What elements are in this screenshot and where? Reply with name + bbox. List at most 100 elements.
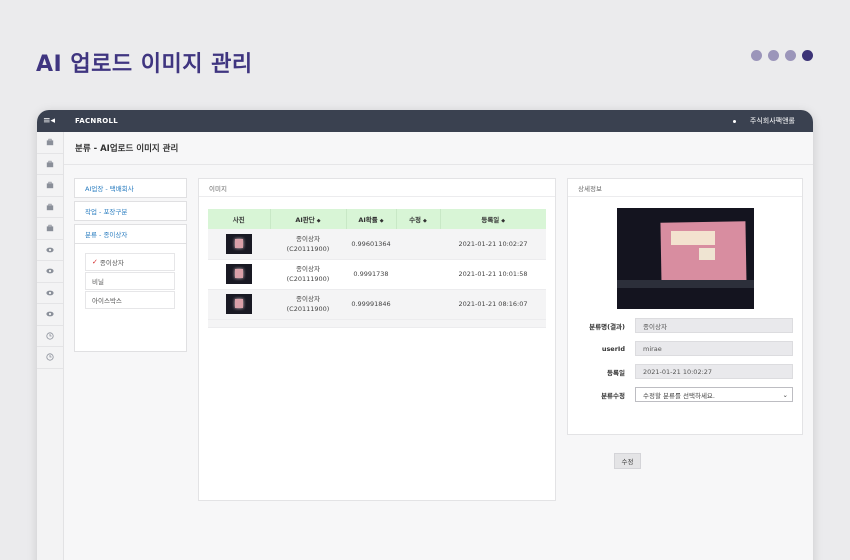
bullet-icon	[732, 119, 736, 123]
user-id-field: mirae	[635, 341, 793, 356]
class-result-row: 분류명(결과) 종이상자	[580, 318, 793, 333]
edit-button[interactable]: 수정	[614, 453, 641, 469]
sidebar-item-briefcase[interactable]	[37, 154, 63, 175]
slide-dot[interactable]	[751, 50, 762, 61]
sidebar-item-clock[interactable]	[37, 326, 63, 347]
company-menu[interactable]: 주식회사팩앤롤	[732, 110, 795, 132]
date-cell: 2021-01-21 10:01:58	[458, 270, 528, 278]
slide-indicator	[751, 50, 813, 61]
col-ai-judgment[interactable]: AI판단 ◆	[270, 209, 347, 229]
clock-icon	[46, 332, 54, 340]
briefcase-icon	[46, 160, 54, 167]
menu-group-workplace[interactable]: AI업장 - 택배회사	[74, 178, 187, 198]
option-label: 비닐	[92, 278, 104, 286]
registered-date-field: 2021-01-21 10:02:27	[635, 364, 793, 379]
ai-judgment-cell: 종이상자 (C20111900)	[286, 265, 330, 283]
sort-icon: ◆	[379, 218, 384, 224]
class-result-field: 종이상자	[635, 318, 793, 333]
sidebar-item-clock[interactable]	[37, 347, 63, 369]
edit-cell	[396, 259, 440, 289]
sort-icon: ◆	[316, 218, 321, 224]
table-row[interactable]: 종이상자 (C20111900) 0.99991846 2021-01-21 08…	[208, 289, 546, 319]
select-placeholder: 수정할 분류를 선택하세요.	[643, 391, 715, 400]
briefcase-icon	[46, 203, 54, 210]
photo-band	[617, 280, 754, 288]
slide-dot-active[interactable]	[802, 50, 813, 61]
top-bar: ≡◂ FACNROLL 주식회사팩앤롤	[37, 110, 813, 132]
photo-thumbnail[interactable]	[226, 294, 252, 314]
sort-icon: ◆	[423, 218, 427, 224]
ai-probability-cell: 0.99991846	[351, 300, 391, 308]
eye-icon	[46, 290, 54, 296]
class-edit-select[interactable]: 수정할 분류를 선택하세요. ⌄	[635, 387, 793, 402]
option-label: 종이상자	[99, 259, 124, 267]
class-options: ✓ 종이상자 비닐 아이스박스	[74, 244, 187, 352]
sidebar-item-briefcase[interactable]	[37, 175, 63, 197]
detail-panel: 상세정보 분류명(결과) 종이상자 userId mirae 등록일 2021-…	[567, 178, 803, 469]
photo-note	[699, 248, 715, 260]
check-icon: ✓	[92, 258, 98, 266]
field-label: 분류수정	[601, 391, 625, 400]
image-list-panel: 이미지 사진 AI판단 ◆ AI확률 ◆ 수정 ◆ 등록일 ◆ 종이상자 (C201119…	[198, 178, 556, 501]
edit-cell	[396, 289, 440, 319]
sort-icon: ◆	[501, 218, 506, 224]
image-table: 사진 AI판단 ◆ AI확률 ◆ 수정 ◆ 등록일 ◆ 종이상자 (C20111900) …	[208, 209, 546, 328]
sidebar-item-briefcase[interactable]	[37, 197, 63, 218]
date-cell: 2021-01-21 10:02:27	[458, 239, 528, 248]
page-title: AI 업로드 이미지 관리	[36, 52, 253, 77]
sidebar-item-briefcase[interactable]	[37, 132, 63, 154]
eye-icon	[46, 268, 54, 274]
clock-icon	[46, 353, 54, 361]
col-edit[interactable]: 수정 ◆	[396, 209, 441, 229]
main-content: 분류 - AI업로드 이미지 관리 AI업장 - 택배회사 작업 - 포장구분 …	[64, 132, 813, 560]
edit-cell	[396, 229, 440, 259]
app-window: ≡◂ FACNROLL 주식회사팩앤롤 분류 - AI업로드 이미지 관리 AI…	[37, 110, 813, 560]
table-footer-row	[208, 319, 546, 327]
hamburger-menu-icon[interactable]: ≡◂	[37, 116, 61, 126]
field-label: 등록일	[607, 368, 625, 377]
ai-judgment-cell: 종이상자 (C20111900)	[286, 234, 330, 253]
field-label: userId	[601, 344, 625, 353]
slide-dot[interactable]	[768, 50, 779, 61]
ai-probability-cell: 0.99601364	[351, 239, 391, 248]
slide-dot[interactable]	[785, 50, 796, 61]
table-row[interactable]: 종이상자 (C20111900) 0.9991738 2021-01-21 10:…	[208, 259, 546, 289]
table-header-row: 사진 AI판단 ◆ AI확률 ◆ 수정 ◆ 등록일 ◆	[208, 209, 546, 229]
panel-title: 이미지	[199, 179, 555, 197]
photo-label	[671, 231, 715, 245]
chevron-down-icon: ⌄	[782, 390, 788, 399]
option-ice-box[interactable]: 아이스박스	[85, 291, 175, 309]
sidebar-item-eye[interactable]	[37, 240, 63, 261]
date-cell: 2021-01-21 08:16:07	[458, 300, 528, 308]
sidebar	[37, 132, 64, 560]
table-row[interactable]: 종이상자 (C20111900) 0.99601364 2021-01-21 10…	[208, 229, 546, 259]
ai-probability-cell: 0.9991738	[353, 270, 389, 278]
photo-thumbnail[interactable]	[226, 264, 252, 284]
panel-title: 상세정보	[568, 179, 802, 197]
detail-photo	[617, 208, 754, 309]
registered-date-row: 등록일 2021-01-21 10:02:27	[580, 364, 793, 379]
sidebar-item-eye[interactable]	[37, 304, 63, 326]
sidebar-item-eye[interactable]	[37, 283, 63, 304]
field-label: 분류명(결과)	[589, 322, 625, 331]
eye-icon	[46, 247, 54, 253]
col-ai-probability[interactable]: AI확률 ◆	[346, 209, 397, 229]
breadcrumb: 분류 - AI업로드 이미지 관리	[64, 132, 813, 165]
menu-group-class[interactable]: 분류 - 종이상자	[74, 224, 187, 244]
briefcase-icon	[46, 139, 54, 146]
option-label: 아이스박스	[92, 297, 122, 305]
photo-thumbnail[interactable]	[226, 233, 252, 254]
sidebar-item-briefcase[interactable]	[37, 218, 63, 240]
sidebar-item-eye[interactable]	[37, 261, 63, 283]
col-registered-date[interactable]: 등록일 ◆	[440, 209, 546, 229]
brand-name[interactable]: FACNROLL	[75, 117, 118, 125]
option-vinyl[interactable]: 비닐	[85, 272, 175, 290]
briefcase-icon	[46, 182, 54, 189]
briefcase-icon	[46, 225, 54, 232]
company-name[interactable]: 주식회사팩앤롤	[750, 116, 795, 126]
eye-icon	[46, 311, 54, 317]
option-paper-box[interactable]: ✓ 종이상자	[85, 253, 175, 271]
class-edit-row: 분류수정 수정할 분류를 선택하세요. ⌄	[580, 387, 793, 402]
menu-group-work[interactable]: 작업 - 포장구분	[74, 201, 187, 221]
col-photo: 사진	[208, 209, 271, 229]
